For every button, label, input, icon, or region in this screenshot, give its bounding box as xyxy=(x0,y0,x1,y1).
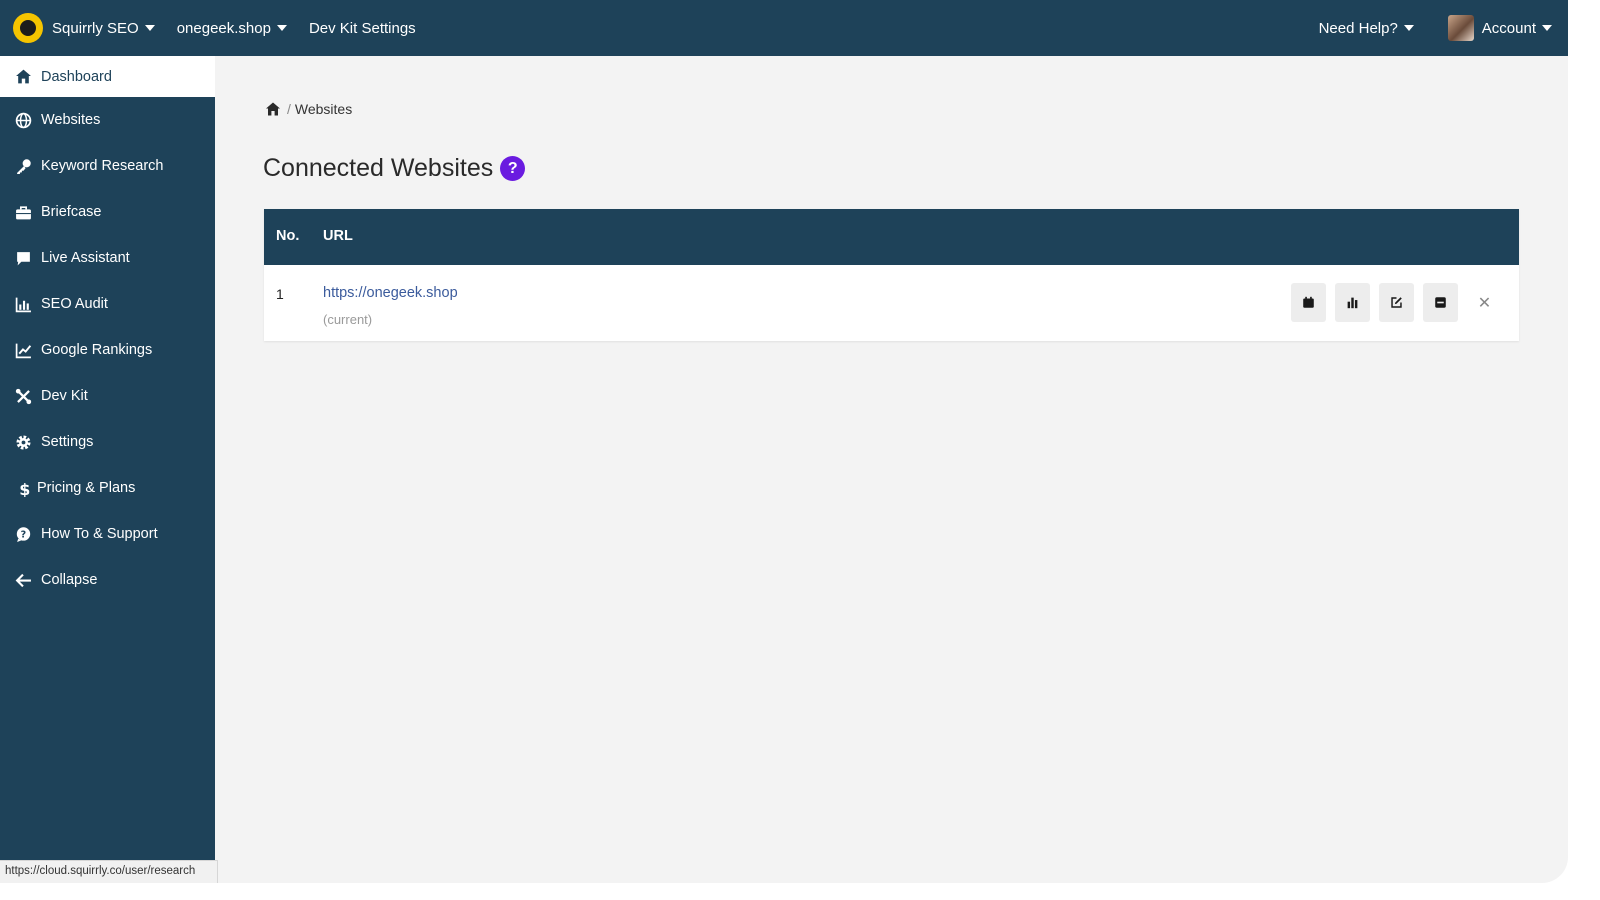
edit-button[interactable] xyxy=(1379,283,1414,322)
support-icon: ? xyxy=(14,525,32,543)
sidebar-item-google-rankings[interactable]: Google Rankings xyxy=(0,329,215,371)
bar-chart-icon xyxy=(1346,296,1359,309)
sidebar-item-label: Keyword Research xyxy=(41,158,164,174)
sidebar-item-websites[interactable]: Websites xyxy=(0,99,215,141)
sidebar-item-label: SEO Audit xyxy=(41,296,108,312)
row-actions: ✕ xyxy=(1291,283,1502,322)
page-title-text: Connected Websites xyxy=(263,154,494,182)
brand-label: Squirrly SEO xyxy=(52,19,139,37)
minus-square-icon xyxy=(1434,296,1447,309)
globe-icon xyxy=(14,111,32,129)
breadcrumb-separator: / xyxy=(287,101,291,117)
current-label: (current) xyxy=(323,312,373,327)
sidebar-item-pricing[interactable]: $ Pricing & Plans xyxy=(0,467,215,509)
website-url-link[interactable]: https://onegeek.shop xyxy=(323,285,458,301)
help-label: Need Help? xyxy=(1318,19,1398,37)
sidebar-item-settings[interactable]: Settings xyxy=(0,421,215,463)
avatar xyxy=(1447,15,1474,41)
row-number: 1 xyxy=(276,286,284,302)
sidebar-item-label: Google Rankings xyxy=(41,342,153,358)
sidebar-item-collapse[interactable]: Collapse xyxy=(0,559,215,601)
sidebar-item-label: Pricing & Plans xyxy=(37,480,136,496)
table-row: 1 https://onegeek.shop (current) ✕ xyxy=(264,265,1519,341)
comment-icon xyxy=(14,249,32,267)
sidebar: Dashboard Websites Keyword Research Brie… xyxy=(0,56,215,860)
browser-status-bar: https://cloud.squirrly.co/user/research xyxy=(0,860,218,883)
remove-button[interactable]: ✕ xyxy=(1467,283,1502,322)
key-icon xyxy=(14,157,32,175)
chevron-down-icon xyxy=(276,25,287,31)
column-header-no: No. xyxy=(276,228,300,244)
home-icon[interactable] xyxy=(264,101,282,117)
column-header-url: URL xyxy=(323,228,353,244)
squirrly-logo[interactable] xyxy=(13,13,43,43)
sidebar-item-dev-kit[interactable]: Dev Kit xyxy=(0,375,215,417)
sidebar-item-live-assistant[interactable]: Live Assistant xyxy=(0,237,215,279)
devkit-settings-link[interactable]: Dev Kit Settings xyxy=(309,20,416,37)
brand-menu[interactable]: Squirrly SEO xyxy=(52,20,155,37)
dollar-icon: $ xyxy=(14,479,32,497)
stats-button[interactable] xyxy=(1335,283,1370,322)
chevron-down-icon xyxy=(144,25,155,31)
svg-text:$: $ xyxy=(19,480,30,497)
tools-icon xyxy=(14,387,32,405)
home-icon xyxy=(14,68,32,86)
line-chart-icon xyxy=(14,341,32,359)
briefcase-icon xyxy=(14,203,32,221)
sidebar-item-support[interactable]: ? How To & Support xyxy=(0,513,215,555)
svg-text:?: ? xyxy=(20,529,26,540)
sidebar-item-label: Websites xyxy=(41,112,101,128)
breadcrumb-current: Websites xyxy=(294,101,353,117)
topbar-right: Need Help? Account xyxy=(1310,15,1552,41)
chevron-down-icon xyxy=(1542,25,1552,31)
help-menu[interactable]: Need Help? xyxy=(1319,20,1414,37)
sidebar-item-keyword-research[interactable]: Keyword Research xyxy=(0,145,215,187)
calendar-button[interactable] xyxy=(1291,283,1326,322)
account-menu[interactable]: Account xyxy=(1447,15,1552,41)
sidebar-item-label: Dev Kit xyxy=(41,388,88,404)
help-icon[interactable]: ? xyxy=(500,156,526,181)
table-header: No. URL xyxy=(264,209,1519,265)
sidebar-item-label: Settings xyxy=(41,434,94,450)
breadcrumb: / Websites xyxy=(264,101,352,117)
sidebar-item-dashboard[interactable]: Dashboard xyxy=(0,56,215,97)
sidebar-item-briefcase[interactable]: Briefcase xyxy=(0,191,215,233)
bar-chart-icon xyxy=(14,295,32,313)
sidebar-item-label: Briefcase xyxy=(41,204,102,220)
sidebar-item-label: Live Assistant xyxy=(41,250,130,266)
account-label: Account xyxy=(1481,19,1536,37)
sidebar-item-label: Collapse xyxy=(41,572,98,588)
site-label: onegeek.shop xyxy=(176,19,271,37)
websites-table: No. URL 1 https://onegeek.shop (current) xyxy=(264,209,1519,341)
close-icon: ✕ xyxy=(1477,294,1492,312)
gear-icon xyxy=(14,433,32,451)
calendar-icon xyxy=(1302,296,1315,309)
sidebar-item-label: How To & Support xyxy=(41,526,158,542)
sidebar-item-label: Dashboard xyxy=(41,68,112,85)
page-title: Connected Websites ? xyxy=(263,154,526,183)
site-selector[interactable]: onegeek.shop xyxy=(177,20,287,37)
sidebar-item-seo-audit[interactable]: SEO Audit xyxy=(0,283,215,325)
arrow-left-icon xyxy=(14,571,32,589)
devkit-label: Dev Kit Settings xyxy=(308,19,416,37)
disconnect-button[interactable] xyxy=(1423,283,1458,322)
edit-icon xyxy=(1390,296,1403,309)
chevron-down-icon xyxy=(1403,25,1414,31)
app-frame: Squirrly SEO onegeek.shop Dev Kit Settin… xyxy=(0,0,1568,883)
top-navbar: Squirrly SEO onegeek.shop Dev Kit Settin… xyxy=(0,0,1568,56)
